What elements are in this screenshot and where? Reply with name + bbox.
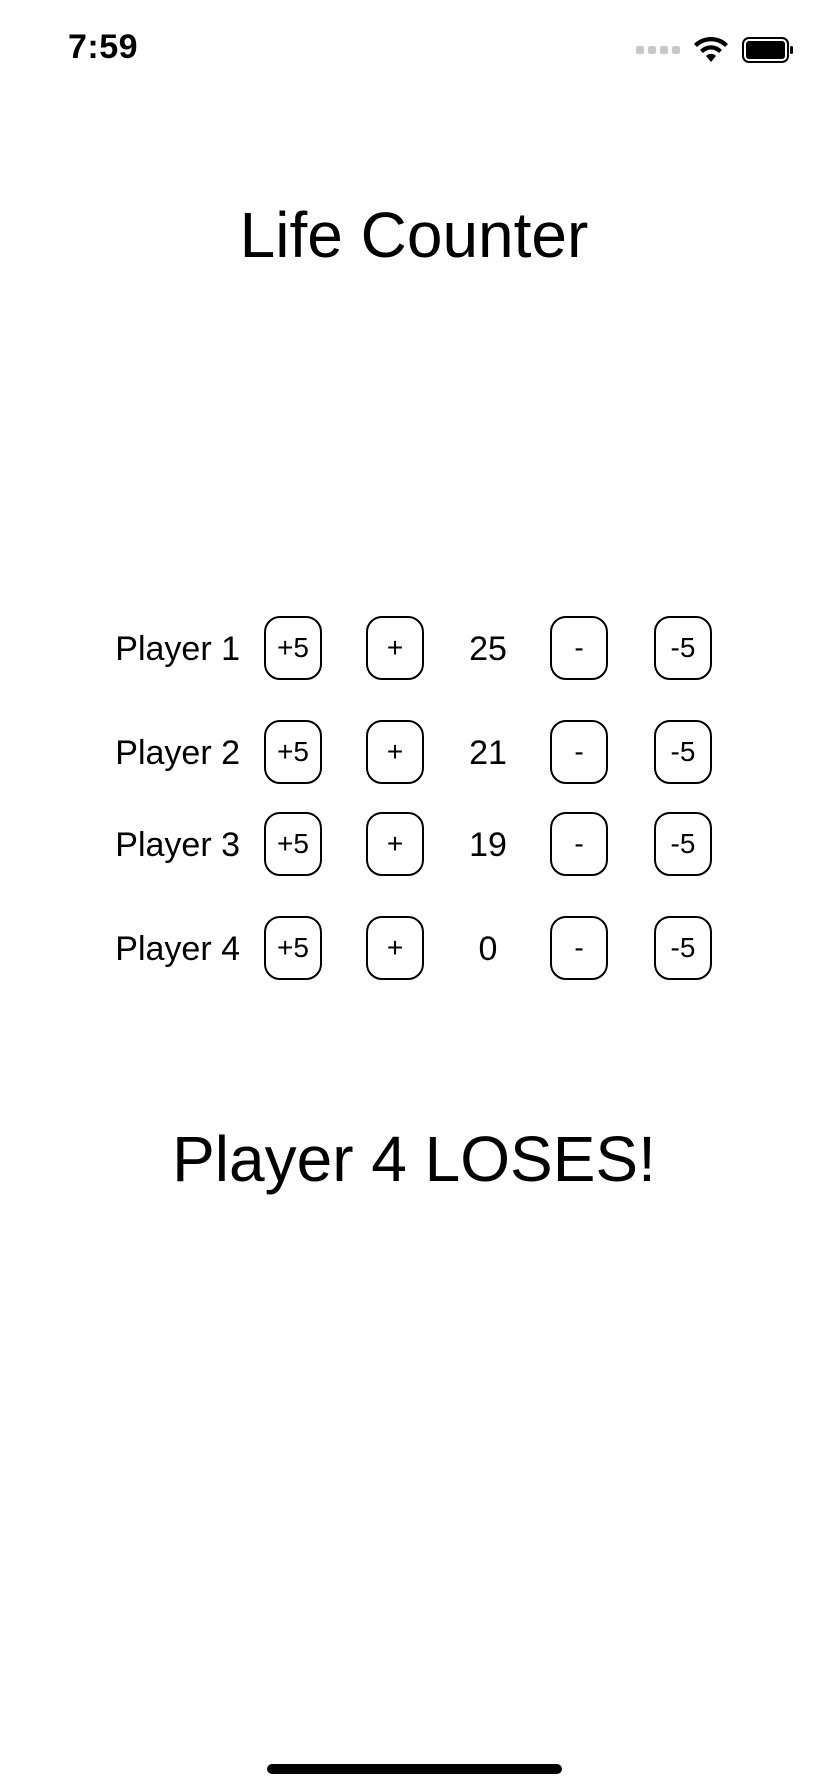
player-2-plus-button[interactable]: + [366,720,424,784]
player-row-1: Player 1 +5 + 25 - -5 [0,616,828,682]
wifi-icon [694,37,728,63]
player-name: Player 4 [115,930,240,968]
player-3-minus-button[interactable]: - [550,812,608,876]
player-3-plus-button[interactable]: + [366,812,424,876]
player-1-minus-button[interactable]: - [550,616,608,680]
status-bar: 7:59 [0,0,828,100]
player-row-4: Player 4 +5 + 0 - -5 [0,916,828,982]
player-row-3: Player 3 +5 + 19 - -5 [0,812,828,878]
battery-icon [742,37,794,63]
player-name: Player 2 [115,734,240,772]
page-title: Life Counter [239,199,589,271]
player-2-plus5-button[interactable]: +5 [264,720,322,784]
player-2-minus-button[interactable]: - [550,720,608,784]
player-2-minus5-button[interactable]: -5 [654,720,712,784]
player-1-minus5-button[interactable]: -5 [654,616,712,680]
player-3-minus5-button[interactable]: -5 [654,812,712,876]
signal-icon [636,46,680,54]
player-row-2: Player 2 +5 + 21 - -5 [0,720,828,786]
player-3-life-value: 19 [469,826,507,864]
player-name: Player 3 [115,826,240,864]
player-1-plus5-button[interactable]: +5 [264,616,322,680]
player-2-life-value: 21 [469,734,507,772]
player-4-plus-button[interactable]: + [366,916,424,980]
status-icons [636,34,794,66]
player-1-plus-button[interactable]: + [366,616,424,680]
player-3-plus5-button[interactable]: +5 [264,812,322,876]
status-time: 7:59 [68,28,139,66]
result-message: Player 4 LOSES! [172,1123,656,1195]
player-4-minus5-button[interactable]: -5 [654,916,712,980]
player-4-plus5-button[interactable]: +5 [264,916,322,980]
player-name: Player 1 [115,630,240,668]
home-indicator[interactable] [267,1764,562,1774]
player-4-life-value: 0 [478,930,498,968]
player-4-minus-button[interactable]: - [550,916,608,980]
player-1-life-value: 25 [469,630,507,668]
